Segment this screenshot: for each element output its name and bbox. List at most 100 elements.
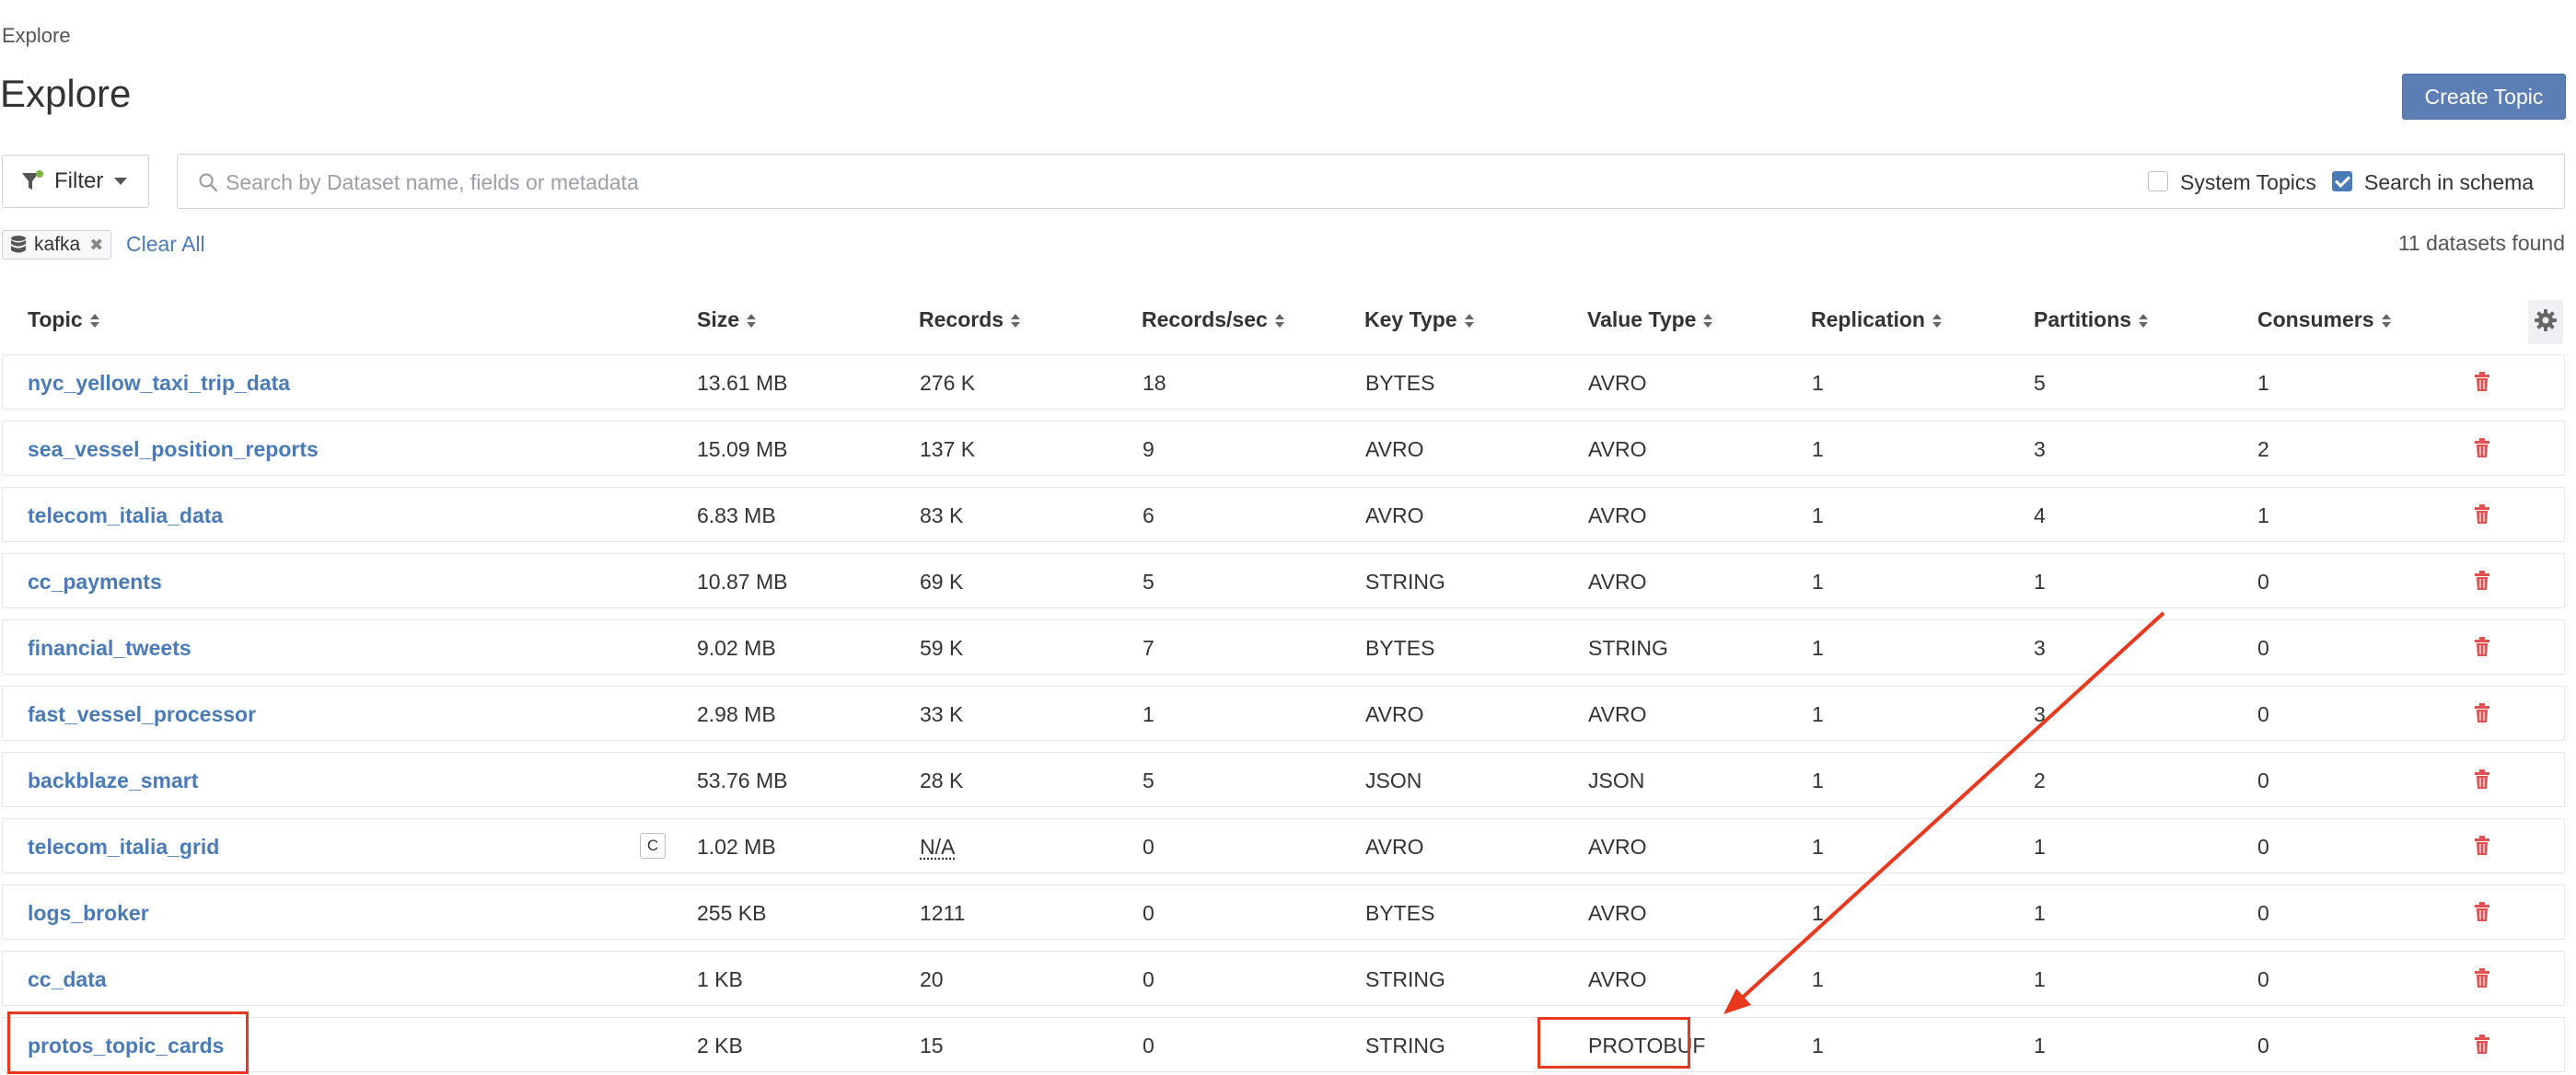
trash-icon[interactable] [2474,372,2490,392]
replication-cell: 1 [1812,503,1824,527]
partitions-cell: 3 [2034,702,2046,726]
table-row[interactable]: nyc_yellow_taxi_trip_data 13.61 MB 276 K 18… [2,354,2565,410]
trash-icon[interactable] [2474,836,2490,856]
replication-cell: 1 [1812,437,1824,461]
topic-link[interactable]: cc_payments [28,570,162,595]
key-type-cell: AVRO [1365,503,1424,527]
database-icon [10,235,27,255]
column-header-value-type[interactable]: Value Type [1587,307,1713,332]
value-type-cell: AVRO [1588,570,1647,594]
column-header-consumers[interactable]: Consumers [2257,307,2391,332]
table-row[interactable]: telecom_italia_data 6.83 MB 83 K 6 AVRO AVRO 1… [2,487,2565,542]
trash-icon[interactable] [2474,769,2490,790]
value-type-cell: JSON [1588,769,1645,792]
search-icon [198,172,218,192]
breadcrumb[interactable]: Explore [2,24,71,48]
column-header-replication[interactable]: Replication [1811,307,1942,332]
sort-icon [89,313,99,329]
table-row[interactable]: protos_topic_cards 2 KB 15 0 STRING PROTOBUF 1… [2,1017,2565,1072]
topic-link[interactable]: telecom_italia_data [28,503,223,528]
consumers-cell: 0 [2257,702,2269,726]
key-type-cell: AVRO [1365,835,1424,859]
trash-icon[interactable] [2474,571,2490,591]
topic-link[interactable]: sea_vessel_position_reports [28,437,319,462]
records-cell: 15 [920,1034,944,1058]
sort-icon [747,313,757,329]
size-cell: 2.98 MB [697,702,776,726]
topic-link[interactable]: telecom_italia_grid [28,835,219,860]
value-type-cell: AVRO [1588,702,1647,726]
table-row[interactable]: backblaze_smart 53.76 MB 28 K 5 JSON JSON 1 2 0 [2,752,2565,807]
size-cell: 2 KB [697,1034,743,1058]
replication-cell: 1 [1812,371,1824,395]
value-type-cell: AVRO [1588,503,1647,527]
results-count: 11 datasets found [2397,231,2565,255]
table-row[interactable]: sea_vessel_position_reports 15.09 MB 137 K… [2,421,2565,476]
records-per-sec-cell: 1 [1143,702,1155,726]
key-type-cell: BYTES [1365,371,1435,395]
column-header-records-sec[interactable]: Records/sec [1142,307,1284,332]
trash-icon[interactable] [2474,703,2490,723]
trash-icon[interactable] [2474,504,2490,525]
consumers-cell: 0 [2257,570,2269,594]
sort-icon [2139,313,2149,329]
records-cell: 1211 [920,901,966,925]
size-cell: 9.02 MB [697,636,776,660]
filter-label: Filter [54,168,104,193]
table-row[interactable]: financial_tweets 9.02 MB 59 K 7 BYTES STRING 1… [2,619,2565,675]
records-per-sec-cell: 7 [1143,636,1155,660]
trash-icon[interactable] [2474,637,2490,657]
table-row[interactable]: fast_vessel_processor 2.98 MB 33 K 1 AVRO AVR… [2,686,2565,741]
search-in-schema-checkbox[interactable] [2332,171,2352,191]
trash-icon[interactable] [2474,968,2490,988]
size-cell: 53.76 MB [697,769,788,792]
column-settings-button[interactable] [2528,300,2563,344]
table-row[interactable]: logs_broker 255 KB 1211 0 BYTES AVRO 1 1 0 [2,884,2565,940]
table-row[interactable]: cc_payments 10.87 MB 69 K 5 STRING AVRO 1 1 0 [2,553,2565,608]
search-in-schema-label[interactable]: Search in schema [2364,170,2534,195]
column-header-records[interactable]: Records [919,307,1021,332]
consumers-cell: 0 [2257,967,2269,991]
records-cell: 33 K [920,702,964,726]
partitions-cell: 1 [2034,570,2046,594]
column-header-size[interactable]: Size [697,307,757,332]
trash-icon[interactable] [2474,438,2490,458]
records-cell: 28 K [920,769,964,792]
key-type-cell: STRING [1365,1034,1445,1058]
column-header-topic[interactable]: Topic [28,307,99,332]
records-per-sec-cell: 9 [1143,437,1155,461]
sort-icon [1464,313,1474,329]
create-topic-button[interactable]: Create Topic [2402,74,2566,120]
replication-cell: 1 [1812,769,1824,792]
consumers-cell: 0 [2257,636,2269,660]
system-topics-checkbox[interactable] [2148,171,2168,191]
column-header-partitions[interactable]: Partitions [2034,307,2149,332]
key-type-cell: STRING [1365,570,1445,594]
topic-link[interactable]: logs_broker [28,901,149,926]
filter-button[interactable]: Filter [2,155,149,208]
remove-tag-icon[interactable]: ✖ [89,236,103,255]
consumers-cell: 0 [2257,769,2269,792]
topic-link[interactable]: backblaze_smart [28,769,198,793]
records-cell: N/A [920,835,956,859]
consumers-cell: 1 [2257,503,2269,527]
key-type-cell: BYTES [1365,901,1435,925]
size-cell: 13.61 MB [697,371,788,395]
system-topics-label[interactable]: System Topics [2180,170,2316,195]
trash-icon[interactable] [2474,1035,2490,1055]
size-cell: 1.02 MB [697,835,776,859]
consumers-cell: 0 [2257,1034,2269,1058]
topic-link[interactable]: cc_data [28,967,107,992]
records-per-sec-cell: 6 [1143,503,1155,527]
column-header-key-type[interactable]: Key Type [1364,307,1474,332]
key-type-cell: AVRO [1365,437,1424,461]
search-input[interactable] [224,162,1793,202]
table-row[interactable]: cc_data 1 KB 20 0 STRING AVRO 1 1 0 [2,951,2565,1006]
clear-all-link[interactable]: Clear All [126,232,205,257]
topic-link[interactable]: nyc_yellow_taxi_trip_data [28,371,290,396]
topic-link[interactable]: financial_tweets [28,636,191,661]
table-row[interactable]: telecom_italia_grid 1.02 MB N/A 0 AVRO AVRO 1 1… [2,818,2565,873]
replication-cell: 1 [1812,835,1824,859]
topic-link[interactable]: fast_vessel_processor [28,702,256,727]
trash-icon[interactable] [2474,902,2490,922]
